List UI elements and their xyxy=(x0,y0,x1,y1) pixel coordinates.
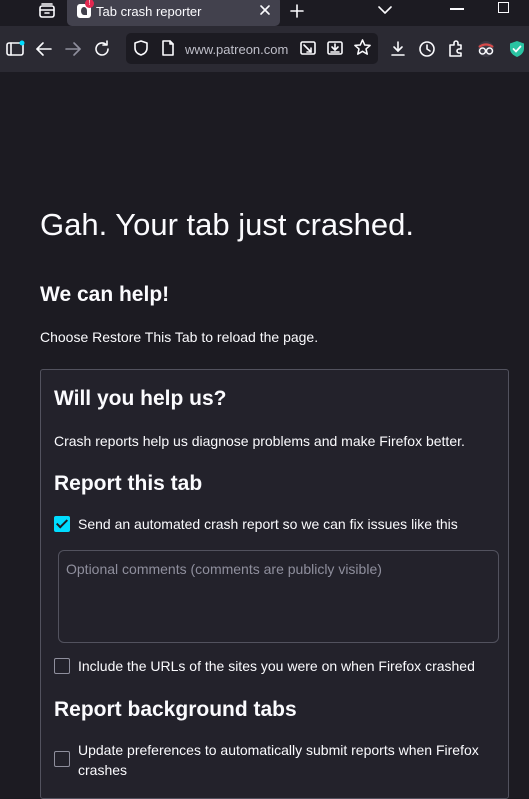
picture-in-picture-icon[interactable] xyxy=(299,39,317,57)
tab-list-icon[interactable] xyxy=(38,2,56,20)
send-report-label[interactable]: Send an automated crash report so we can… xyxy=(78,514,458,534)
restore-instruction: Choose Restore This Tab to reload the pa… xyxy=(40,329,319,345)
auto-submit-checkbox[interactable] xyxy=(54,751,70,767)
shield-icon[interactable] xyxy=(132,39,150,57)
tab-title: Tab crash reporter xyxy=(96,4,202,19)
chevron-down-icon[interactable] xyxy=(377,3,393,17)
green-shield-extension-icon[interactable] xyxy=(507,39,527,59)
background-tabs-heading: Report background tabs xyxy=(54,698,297,721)
maximize-icon[interactable] xyxy=(498,2,509,13)
comments-field[interactable] xyxy=(58,550,499,643)
help-heading: We can help! xyxy=(40,283,170,306)
back-arrow-icon[interactable] xyxy=(34,39,54,59)
panel-description: Crash reports help us diagnose problems … xyxy=(54,433,465,449)
star-icon[interactable] xyxy=(353,38,372,57)
page-icon[interactable] xyxy=(159,39,177,57)
page-content: Gah. Your tab just crashed. We can help!… xyxy=(0,72,529,799)
reload-icon[interactable] xyxy=(92,39,112,59)
auto-submit-label-line2[interactable]: crashes xyxy=(78,760,127,780)
panel-heading: Will you help us? xyxy=(54,387,227,410)
glasses-extension-icon[interactable] xyxy=(476,39,496,59)
minimize-icon[interactable] xyxy=(450,8,464,10)
download-icon[interactable] xyxy=(388,39,408,59)
history-icon[interactable] xyxy=(417,39,437,59)
include-urls-checkbox[interactable] xyxy=(54,658,70,674)
navigation-toolbar: www.patreon.com xyxy=(0,26,529,72)
send-report-checkbox[interactable] xyxy=(54,516,70,532)
forward-arrow-icon[interactable] xyxy=(63,39,83,59)
close-icon[interactable] xyxy=(258,3,272,17)
report-tab-heading: Report this tab xyxy=(54,472,203,495)
plus-icon[interactable] xyxy=(288,2,306,20)
auto-submit-label-line1[interactable]: Update preferences to automatically subm… xyxy=(78,740,479,760)
tab-crash-reporter[interactable]: ! Tab crash reporter xyxy=(67,0,280,26)
page-title: Gah. Your tab just crashed. xyxy=(40,207,414,242)
url-text[interactable]: www.patreon.com xyxy=(185,42,297,57)
url-bar[interactable]: www.patreon.com xyxy=(126,33,378,64)
crash-report-panel: Will you help us? Crash reports help us … xyxy=(40,369,509,799)
favicon-badge: ! xyxy=(85,0,94,8)
sidebar-icon[interactable] xyxy=(5,39,25,59)
include-urls-label[interactable]: Include the URLs of the sites you were o… xyxy=(78,656,475,676)
extensions-icon[interactable] xyxy=(446,39,466,59)
tab-strip: ! Tab crash reporter xyxy=(0,0,529,26)
save-icon[interactable] xyxy=(326,39,344,57)
